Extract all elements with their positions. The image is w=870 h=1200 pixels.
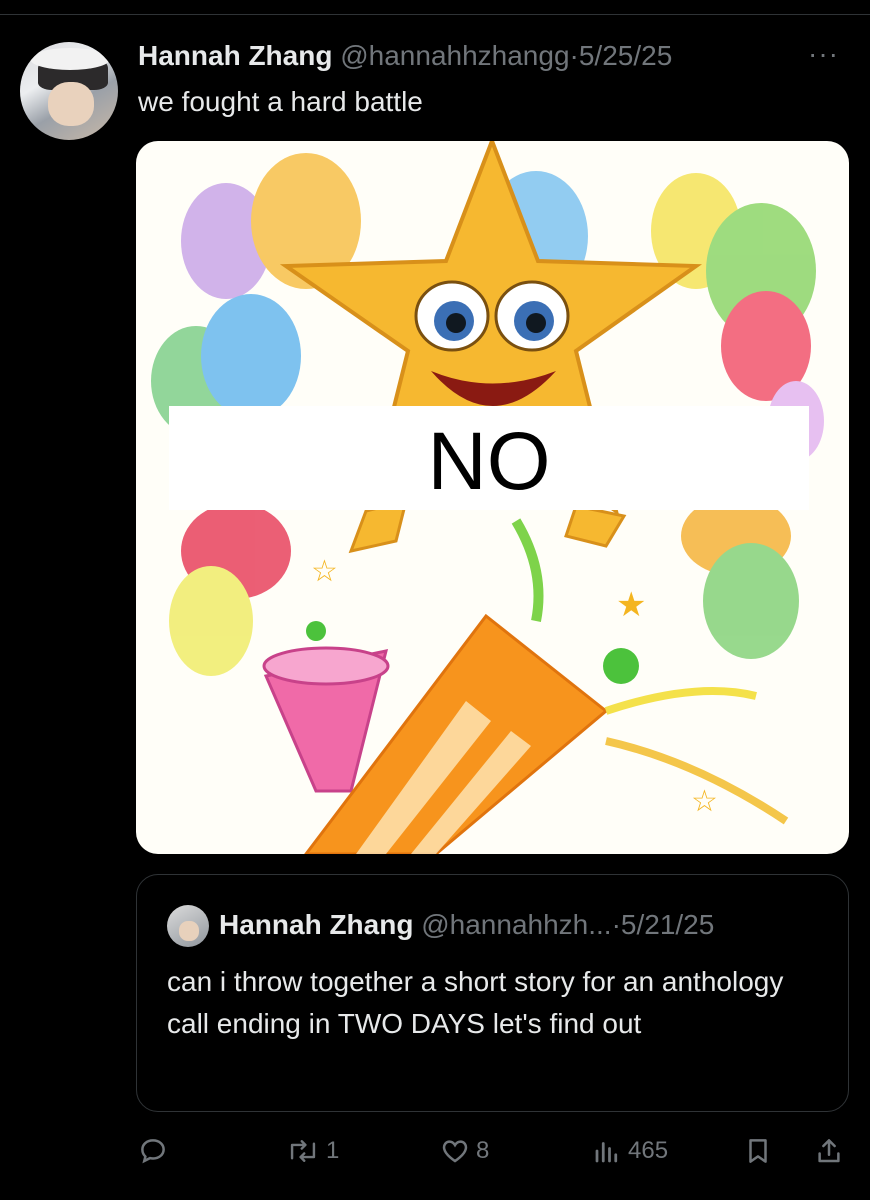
quoted-tweet-date: 5/21/25 (620, 909, 715, 940)
retweet-button[interactable]: 1 (286, 1126, 339, 1176)
svg-text:★: ★ (616, 585, 646, 625)
like-button[interactable]: 8 (440, 1126, 489, 1176)
heart-icon (442, 1140, 468, 1163)
quoted-author-avatar (167, 905, 209, 947)
share-button[interactable] (814, 1126, 844, 1176)
bookmark-button[interactable] (743, 1126, 773, 1176)
author-avatar[interactable] (20, 42, 118, 140)
views-button[interactable]: 465 (592, 1126, 668, 1176)
reply-button[interactable] (138, 1126, 174, 1176)
tweet-date[interactable]: 5/25/25 (579, 40, 672, 71)
retweet-icon (290, 1140, 316, 1162)
analytics-icon (595, 1142, 618, 1163)
author-name[interactable]: Hannah Zhang (138, 40, 332, 71)
quoted-author-handle: @hannahhzh... (421, 909, 612, 940)
tweet-header: Hannah Zhang @hannahhzhangg·5/25/25 (138, 40, 672, 72)
svg-text:☆: ☆ (691, 784, 718, 819)
view-count: 465 (628, 1137, 669, 1164)
more-options-icon[interactable]: ··· (808, 38, 839, 70)
separator: · (611, 909, 621, 940)
reply-icon (141, 1139, 165, 1164)
divider (0, 14, 870, 15)
quoted-tweet[interactable]: Hannah Zhang @hannahhzh...·5/21/25 can i… (136, 874, 849, 1112)
quoted-author-name: Hannah Zhang (219, 909, 414, 940)
separator: · (569, 40, 579, 71)
share-icon (818, 1139, 840, 1163)
tweet-media-image[interactable]: ☆ ★ ☆ NO (136, 141, 849, 854)
like-count: 8 (476, 1137, 490, 1164)
bookmark-icon (749, 1139, 767, 1163)
author-handle[interactable]: @hannahhzhangg (340, 40, 569, 71)
quoted-tweet-text: can i throw together a short story for a… (167, 966, 784, 1039)
svg-text:☆: ☆ (311, 554, 338, 589)
media-overlay-text: NO (428, 416, 551, 507)
retweet-count: 1 (326, 1137, 340, 1164)
tweet-text: we fought a hard battle (138, 86, 423, 117)
tweet-actions-bar: 1 8 465 (0, 1126, 870, 1176)
celebration-star-image: ☆ ★ ☆ NO (151, 141, 824, 854)
quoted-tweet-header: Hannah Zhang @hannahhzh...·5/21/25 (219, 909, 714, 941)
